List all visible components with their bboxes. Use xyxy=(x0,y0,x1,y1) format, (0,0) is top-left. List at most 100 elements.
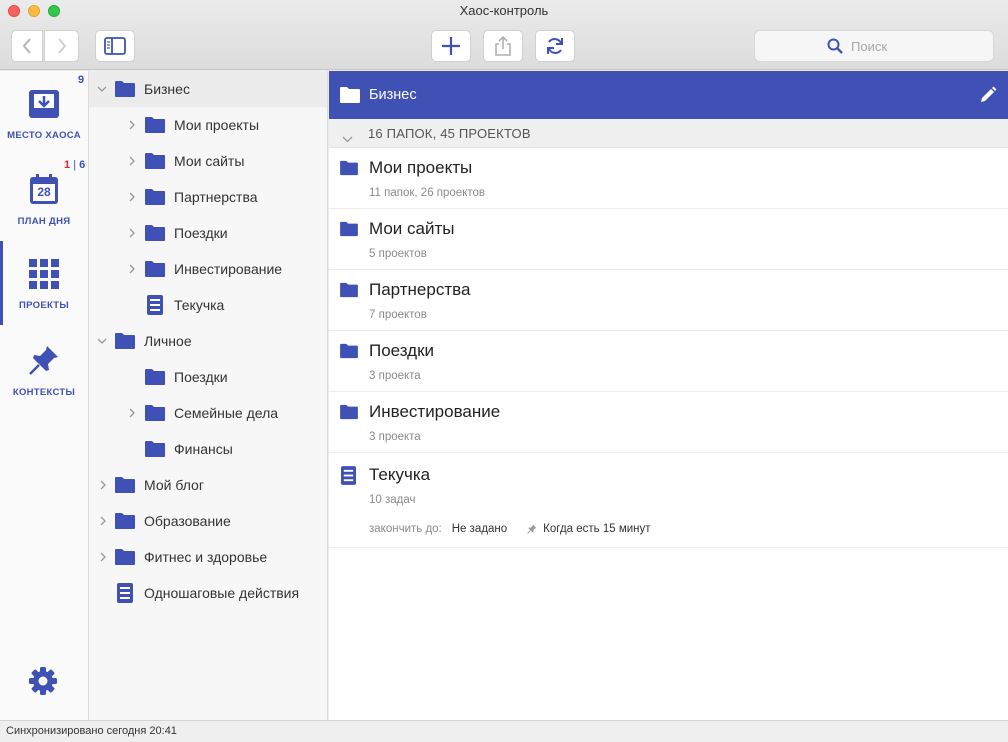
inbox-icon xyxy=(28,89,60,124)
search-input[interactable] xyxy=(851,38,921,54)
folder-icon xyxy=(144,188,166,209)
status-bar: Синхронизировано сегодня 20:41 xyxy=(0,720,1008,742)
tree-item-label: Личное xyxy=(144,333,192,349)
folder-summary-bar[interactable]: 16 ПАПОК, 45 ПРОЕКТОВ xyxy=(329,119,1008,148)
search-box[interactable] xyxy=(754,30,994,62)
share-icon xyxy=(495,36,511,56)
item-subtitle: 5 проектов xyxy=(369,248,427,260)
folder-icon xyxy=(144,368,166,389)
rail-item-contexts[interactable]: КОНТЕКСТЫ xyxy=(0,326,88,410)
search-icon xyxy=(827,38,843,54)
tree-item-label: Инвестирование xyxy=(174,261,283,277)
tree-item-label: Мои проекты xyxy=(174,117,260,133)
list-item-partnerships[interactable]: Партнерства 7 проектов xyxy=(329,270,1008,331)
share-button[interactable] xyxy=(483,30,523,62)
toggle-sidebar-button[interactable] xyxy=(95,30,135,62)
chevron-right-icon[interactable] xyxy=(126,191,138,203)
forward-button[interactable] xyxy=(44,30,79,62)
context-value[interactable]: Когда есть 15 минут xyxy=(543,523,650,535)
tree-item-single-actions[interactable]: Одношаговые действия xyxy=(89,575,327,611)
chevron-right-icon[interactable] xyxy=(126,227,138,239)
chevron-right-icon[interactable] xyxy=(97,551,109,563)
chevron-right-icon[interactable] xyxy=(126,155,138,167)
rail-label-day-plan: ПЛАН ДНЯ xyxy=(17,216,71,227)
folder-icon xyxy=(144,260,166,281)
folder-icon xyxy=(339,160,359,181)
folder-icon xyxy=(114,332,136,353)
tree-item-trips[interactable]: Поездки xyxy=(89,215,327,251)
chevron-down-icon[interactable] xyxy=(342,130,353,148)
deadline-value[interactable]: Не задано xyxy=(452,523,507,535)
item-title: Инвестирование xyxy=(369,402,501,421)
plus-icon xyxy=(442,37,460,55)
tree-item-finance[interactable]: Финансы xyxy=(89,431,327,467)
navigation-rail: МЕСТО ХАОСА 9 28 ПЛАН ДНЯ 1 | 6 ПРОЕКТЫ … xyxy=(0,71,89,720)
tree-item-partnerships[interactable]: Партнерства xyxy=(89,179,327,215)
item-title: Мои проекты xyxy=(369,158,473,177)
folder-header-title: Бизнес xyxy=(369,87,417,103)
folder-header: Бизнес xyxy=(329,71,1008,119)
title-bar: Хаос-контроль xyxy=(0,0,1008,70)
project-list-icon xyxy=(147,295,163,318)
tree-item-family[interactable]: Семейные дела xyxy=(89,395,327,431)
chevron-right-icon[interactable] xyxy=(126,263,138,275)
pencil-icon[interactable] xyxy=(979,86,997,109)
today-count: 6 xyxy=(79,159,86,171)
item-subtitle: 10 задач xyxy=(369,494,416,506)
back-button[interactable] xyxy=(11,30,43,62)
list-item-trips[interactable]: Поездки 3 проекта xyxy=(329,331,1008,392)
tree-item-label: Мои сайты xyxy=(174,153,245,169)
tree-item-investing[interactable]: Инвестирование xyxy=(89,251,327,287)
sync-status-text: Синхронизировано сегодня 20:41 xyxy=(6,725,177,737)
tree-item-label: Одношаговые действия xyxy=(144,585,300,601)
tree-item-my-sites[interactable]: Мои сайты xyxy=(89,143,327,179)
folder-icon xyxy=(144,404,166,425)
rail-label-contexts: КОНТЕКСТЫ xyxy=(12,387,76,398)
tree-item-business[interactable]: Бизнес xyxy=(89,71,327,107)
chevron-left-icon xyxy=(22,38,31,54)
grid-icon xyxy=(29,259,59,294)
tree-item-label: Поездки xyxy=(174,369,228,385)
list-item-routine[interactable]: Текучка 10 задач закончить до: Не задано… xyxy=(329,453,1008,548)
rail-item-projects[interactable]: ПРОЕКТЫ xyxy=(0,241,88,325)
folder-icon xyxy=(144,152,166,173)
chevron-down-icon[interactable] xyxy=(96,335,108,347)
tree-item-label: Семейные дела xyxy=(174,405,279,421)
sync-button[interactable] xyxy=(535,30,575,62)
tree-item-my-projects[interactable]: Мои проекты xyxy=(89,107,327,143)
folder-icon xyxy=(144,116,166,137)
tree-item-personal-trips[interactable]: Поездки xyxy=(89,359,327,395)
project-list-icon xyxy=(117,583,133,606)
tree-item-personal[interactable]: Личное xyxy=(89,323,327,359)
pushpin-icon xyxy=(527,524,537,534)
tree-item-education[interactable]: Образование xyxy=(89,503,327,539)
chevron-down-icon[interactable] xyxy=(96,83,108,95)
refresh-icon xyxy=(547,38,563,54)
tree-item-label: Партнерства xyxy=(174,189,258,205)
chevron-right-icon[interactable] xyxy=(126,119,138,131)
item-subtitle: 7 проектов xyxy=(369,309,427,321)
tree-item-label: Финансы xyxy=(174,441,233,457)
settings-gear-icon[interactable] xyxy=(28,666,58,701)
folder-icon xyxy=(339,221,359,242)
calendar-day-number: 28 xyxy=(37,185,51,199)
list-item-investing[interactable]: Инвестирование 3 проекта xyxy=(329,392,1008,453)
tree-item-label: Мой блог xyxy=(144,477,204,493)
pushpin-icon xyxy=(28,344,60,381)
rail-item-day-plan[interactable]: 28 ПЛАН ДНЯ 1 | 6 xyxy=(0,155,88,239)
chevron-right-icon[interactable] xyxy=(97,515,109,527)
list-item-my-sites[interactable]: Мои сайты 5 проектов xyxy=(329,209,1008,270)
item-title: Текучка xyxy=(369,465,431,484)
tree-item-label: Образование xyxy=(144,513,231,529)
item-subtitle: 3 проекта xyxy=(369,431,421,443)
tree-item-fitness[interactable]: Фитнес и здоровье xyxy=(89,539,327,575)
rail-label-projects: ПРОЕКТЫ xyxy=(18,300,69,311)
list-item-my-projects[interactable]: Мои проекты 11 папок, 26 проектов xyxy=(329,148,1008,209)
add-button[interactable] xyxy=(431,30,471,62)
chevron-right-icon[interactable] xyxy=(97,479,109,491)
tree-item-blog[interactable]: Мой блог xyxy=(89,467,327,503)
chevron-right-icon[interactable] xyxy=(126,407,138,419)
folder-icon xyxy=(114,548,136,569)
tree-item-routine[interactable]: Текучка xyxy=(89,287,327,323)
rail-item-chaos-place[interactable]: МЕСТО ХАОСА 9 xyxy=(0,71,88,155)
